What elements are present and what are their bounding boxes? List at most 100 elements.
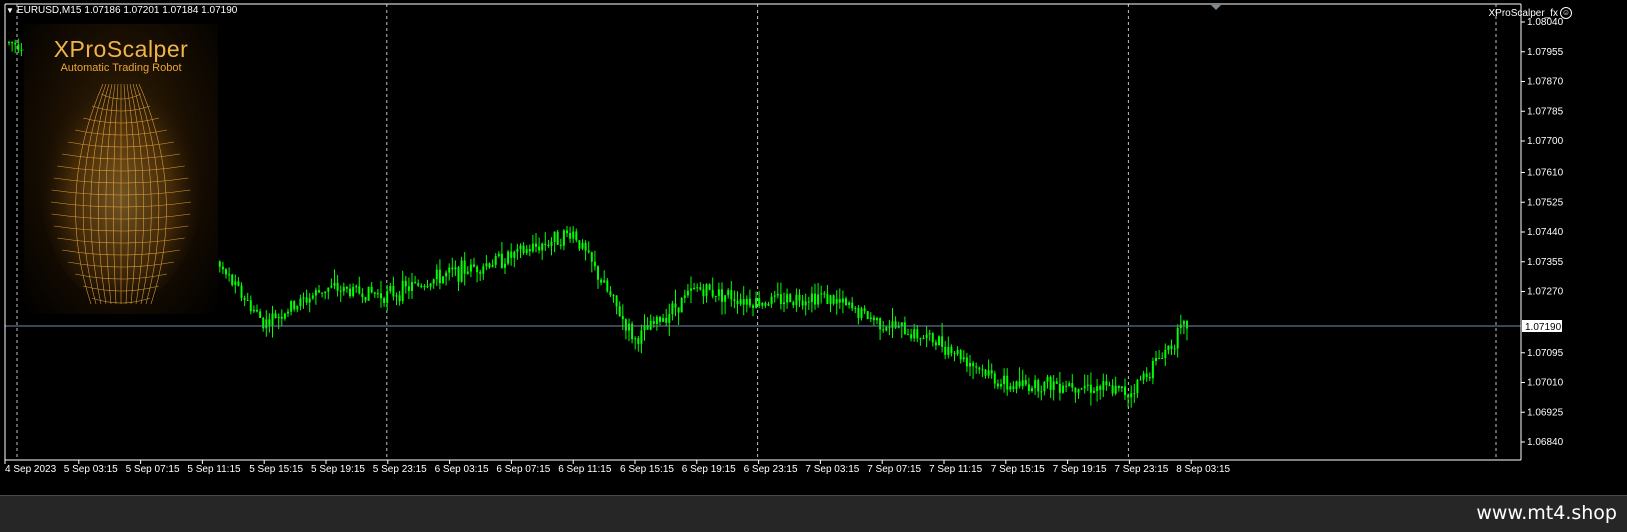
candle-body [838, 299, 841, 303]
candle-body [1155, 357, 1157, 361]
price-chart[interactable]: 1.080401.079551.078701.077851.077001.076… [0, 0, 1627, 495]
candle-body [1170, 345, 1173, 349]
candle-body [324, 291, 327, 294]
candle-body [841, 298, 844, 303]
price-tick-label: 1.07095 [1527, 348, 1564, 359]
candle-body [246, 299, 249, 301]
candle-body [984, 369, 987, 376]
robot-logo: XProScalper Automatic Trading Robot [24, 24, 218, 314]
candle-body [314, 290, 317, 296]
expert-advisor-label[interactable]: XProScalper_fx ☺ [1489, 7, 1572, 19]
candle-body [1164, 349, 1167, 359]
candle-body [652, 321, 655, 324]
candle-body [485, 263, 488, 267]
candle-body [575, 231, 578, 241]
time-tick-label: 5 Sep 11:15 [187, 464, 241, 475]
price-tick-label: 1.06925 [1527, 407, 1564, 418]
time-tick-label: 7 Sep 07:15 [867, 464, 921, 475]
price-tick-label: 1.07440 [1527, 227, 1564, 238]
candle-body [810, 293, 813, 303]
candle-body [748, 298, 751, 306]
candle-body [435, 269, 438, 280]
candle-body [835, 299, 838, 304]
candle-body [848, 302, 851, 305]
candle-body [845, 298, 847, 305]
candle-body [584, 242, 587, 251]
candle-body [432, 279, 435, 284]
candle-body [705, 284, 708, 297]
candle-body [283, 313, 286, 319]
candle-body [1080, 388, 1083, 390]
candle-body [1120, 386, 1123, 389]
candle-body [259, 311, 262, 318]
candle-body [910, 334, 913, 339]
candle-body [305, 297, 308, 303]
candle-body [280, 316, 283, 319]
candle-body [662, 317, 665, 322]
candle-body [1089, 384, 1092, 393]
candle-body [758, 298, 761, 306]
candle-body [1065, 385, 1068, 387]
candle-body [20, 49, 23, 51]
candle-body [882, 329, 885, 331]
candle-body [218, 261, 221, 267]
candle-body [823, 293, 826, 295]
chart-window[interactable]: 1.08040 1.07955 1.07870 1.07785 1.07700 1.076… [0, 0, 1627, 496]
candle-body [708, 284, 711, 290]
candle-body [879, 318, 882, 330]
candle-body [717, 289, 720, 296]
candle-body [804, 301, 807, 306]
ohlc-label: 1.07186 1.07201 1.07184 1.07190 [84, 5, 238, 16]
menu-arrow-icon[interactable]: ▼ [6, 6, 14, 15]
time-tick-label: 6 Sep 11:15 [558, 464, 612, 475]
candle-body [1062, 385, 1064, 393]
candle-body [553, 231, 556, 242]
candle-body [1049, 376, 1052, 390]
time-axis: 4 Sep 2023 5 Sep 03:15 5 Sep 07:15 5 Sep 11… [4, 460, 1231, 475]
candle-body [311, 295, 314, 299]
candle-body [491, 264, 494, 268]
candle-body [993, 373, 996, 384]
candle-body [525, 249, 528, 254]
candle-body [925, 334, 928, 339]
candle-body [1161, 358, 1164, 360]
candle-body [271, 313, 274, 326]
candle-body [913, 329, 916, 339]
candle-body [500, 253, 503, 268]
price-tick-label: 1.07785 [1527, 106, 1564, 117]
candle-body [894, 321, 897, 328]
candle-body [947, 346, 950, 355]
candle-body [581, 242, 584, 249]
candle-body [1068, 383, 1071, 387]
candle-body [256, 309, 258, 312]
candle-body [541, 243, 544, 251]
candle-body [358, 286, 361, 294]
symbol-label: EURUSD,M15 [16, 5, 82, 16]
candle-body [373, 292, 376, 294]
candle-body [764, 302, 767, 306]
candle-body [1012, 386, 1015, 390]
candle-body [1021, 380, 1024, 387]
candle-body [981, 369, 984, 371]
candle-body [807, 301, 810, 303]
candle-body [628, 323, 630, 331]
candle-body [1182, 321, 1185, 325]
price-tick-label: 1.06840 [1527, 437, 1564, 448]
time-tick-label: 5 Sep 15:15 [249, 464, 303, 475]
candle-body [252, 309, 255, 312]
candle-body [550, 241, 553, 246]
candle-body [736, 300, 739, 305]
price-tick-label: 1.07870 [1527, 77, 1564, 88]
candle-body [237, 281, 240, 286]
candle-body [302, 297, 305, 299]
candle-body [674, 303, 677, 308]
price-tick-label: 1.07610 [1527, 168, 1564, 179]
candle-body [798, 294, 801, 301]
candle-body [1158, 357, 1161, 359]
candle-body [389, 286, 392, 292]
time-tick-label: 8 Sep 03:15 [1176, 464, 1230, 475]
candle-body [1015, 381, 1018, 390]
time-tick-label: 5 Sep 03:15 [64, 464, 118, 475]
candle-body [438, 269, 441, 284]
candle-body [1009, 386, 1012, 390]
